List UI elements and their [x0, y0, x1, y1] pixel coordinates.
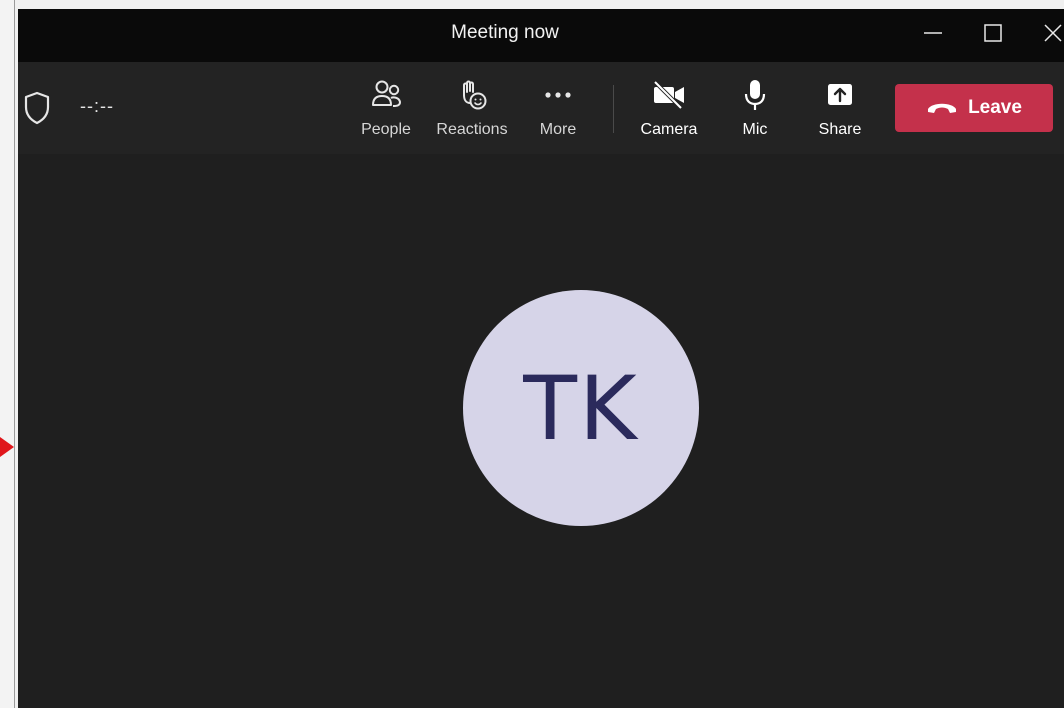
camera-off-icon	[653, 80, 684, 110]
more-button[interactable]: More	[533, 77, 583, 143]
leave-button[interactable]: Leave	[895, 84, 1053, 132]
maximize-button[interactable]	[973, 17, 1013, 49]
close-button[interactable]	[1033, 17, 1064, 49]
maximize-icon	[984, 24, 1002, 42]
share-button[interactable]: Share	[816, 77, 864, 143]
shield-icon[interactable]	[22, 90, 52, 126]
window-title: Meeting now	[451, 22, 559, 43]
meeting-window: Meeting now --:-- People Reactions More …	[18, 9, 1064, 708]
avatar: TK	[463, 290, 699, 526]
camera-label: Camera	[640, 121, 698, 138]
title-bar: Meeting now	[18, 9, 1064, 62]
hand-smile-icon	[463, 80, 487, 110]
mic-button[interactable]: Mic	[735, 77, 775, 143]
reactions-label: Reactions	[436, 121, 508, 138]
more-label: More	[539, 121, 577, 138]
phone-hangup-icon	[928, 103, 957, 113]
meeting-toolbar: --:-- People Reactions More Camera Mic S…	[18, 62, 1064, 154]
people-label: People	[361, 121, 411, 138]
share-screen-icon	[828, 84, 852, 105]
minimize-button[interactable]	[913, 17, 953, 49]
annotation-arrow-icon	[0, 437, 14, 457]
background-strip	[0, 0, 15, 708]
share-label: Share	[818, 121, 862, 138]
meeting-stage: TK	[18, 154, 1064, 708]
avatar-initials: TK	[523, 356, 639, 460]
minimize-icon	[924, 32, 942, 34]
screen: Meeting now --:-- People Reactions More …	[0, 0, 1064, 708]
ellipsis-icon	[545, 92, 571, 98]
close-icon	[1044, 24, 1062, 42]
people-button[interactable]: People	[358, 77, 414, 143]
meeting-timer: --:--	[80, 96, 114, 116]
mic-label: Mic	[742, 121, 768, 138]
toolbar-divider	[613, 85, 614, 133]
leave-label: Leave	[968, 97, 1022, 118]
reactions-button[interactable]: Reactions	[433, 77, 511, 143]
camera-button[interactable]: Camera	[638, 77, 700, 143]
microphone-icon	[744, 80, 766, 110]
background-top-strip	[15, 0, 1064, 9]
people-icon	[372, 80, 402, 107]
